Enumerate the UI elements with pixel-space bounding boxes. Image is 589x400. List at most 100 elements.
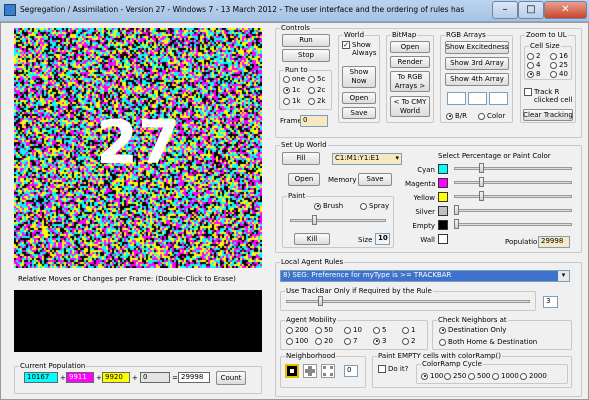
radio-icon [402, 327, 409, 334]
run-to-option[interactable]: 5c [308, 75, 325, 83]
run-to-option[interactable]: 1k [283, 97, 301, 105]
paint-size-track[interactable] [290, 219, 386, 222]
run-button[interactable]: Run [282, 34, 330, 47]
cell-size-option[interactable]: 2 [527, 52, 540, 60]
percentage-slider-thumb[interactable] [479, 163, 484, 173]
world-save-button[interactable]: Save [342, 107, 376, 119]
do-it-checkbox[interactable]: Do it? [378, 365, 408, 373]
paint-empty-label: Paint EMPTY cells with colorRamp() [377, 352, 502, 360]
bitmap-open-button[interactable]: Open [390, 41, 430, 53]
fill-button[interactable]: Fill [282, 152, 320, 165]
to-rgb-arrays-button[interactable]: To RGB Arrays > [390, 71, 430, 92]
color-label-wall: Wall [405, 236, 435, 244]
rgb-value-box[interactable] [489, 92, 508, 105]
radio-icon [550, 71, 557, 78]
maximize-button[interactable]: □ [518, 1, 544, 19]
kill-button[interactable]: Kill [294, 233, 330, 245]
br-radio[interactable]: B/R [446, 112, 467, 120]
color-ramp-option[interactable]: 2000 [520, 372, 547, 380]
color-ramp-option[interactable]: 250 [444, 372, 466, 380]
cyan-count: 10167 [24, 372, 58, 383]
rule-trackbar-thumb[interactable] [318, 296, 323, 306]
run-to-option[interactable]: 2k [308, 97, 326, 105]
percentage-slider-track[interactable] [454, 181, 572, 184]
color-radio[interactable]: Color [478, 112, 505, 120]
color-swatch-cyan[interactable] [438, 164, 448, 174]
close-button[interactable]: ✕ [544, 1, 587, 19]
show-now-button[interactable]: Show Now [342, 66, 376, 88]
neighborhood-cross-icon[interactable] [303, 364, 317, 378]
frame-field[interactable]: 0 [300, 115, 328, 127]
range-dropdown[interactable]: C1:M1:Y1:E1 ▾ [332, 153, 402, 165]
minimize-button[interactable]: – [492, 1, 518, 19]
color-swatch-yellow[interactable] [438, 192, 448, 202]
stop-button[interactable]: Stop [282, 49, 330, 62]
moves-graph[interactable] [14, 290, 262, 352]
trackbar-value[interactable]: 3 [543, 296, 558, 308]
rgb-value-box[interactable] [447, 92, 466, 105]
percentage-slider-track[interactable] [454, 195, 572, 198]
mobility-option[interactable]: 1 [402, 326, 415, 334]
spray-radio[interactable]: Spray [360, 202, 389, 210]
mobility-option[interactable]: 50 [315, 326, 333, 334]
show-3rd-array-button[interactable]: Show 3rd Array [445, 57, 509, 70]
run-to-option[interactable]: one [283, 75, 305, 83]
radio-selected-icon [421, 373, 428, 380]
mobility-option[interactable]: 2 [402, 337, 415, 345]
percentage-slider-thumb[interactable] [479, 191, 484, 201]
mobility-option[interactable]: 3 [373, 337, 386, 345]
to-cmy-world-button[interactable]: < To CMY World [390, 96, 430, 117]
agent-mobility-group: Agent Mobility [280, 320, 428, 350]
yellow-count: 9920 [102, 372, 130, 383]
show-excitedness-button[interactable]: Show Excitedness [445, 41, 509, 54]
color-label-empty: Empty [405, 222, 435, 230]
render-button[interactable]: Render [390, 56, 430, 68]
neighborhood-square-icon[interactable] [285, 364, 299, 378]
magenta-count: 9911 [66, 372, 94, 383]
cell-size-option[interactable]: 4 [527, 61, 540, 69]
mobility-option[interactable]: 20 [315, 337, 333, 345]
percentage-slider-track[interactable] [454, 223, 572, 226]
paint-size-thumb[interactable] [312, 215, 317, 225]
cell-size-option[interactable]: 40 [550, 70, 568, 78]
rule-dropdown[interactable]: 8) SEG: Preference for myType is >= TRAC… [280, 270, 570, 282]
color-swatch-empty[interactable] [438, 220, 448, 230]
neighborhood-value[interactable]: 0 [344, 365, 358, 377]
color-ramp-option[interactable]: 500 [468, 372, 490, 380]
mobility-option[interactable]: 7 [344, 337, 357, 345]
mobility-option[interactable]: 100 [286, 337, 308, 345]
color-ramp-option[interactable]: 100 [421, 372, 443, 380]
track-r-checkbox[interactable]: Track R clicked cell [524, 88, 574, 104]
color-swatch-magenta[interactable] [438, 178, 448, 188]
run-to-option[interactable]: 1c [283, 86, 300, 94]
mobility-option[interactable]: 200 [286, 326, 308, 334]
show-always-checkbox[interactable]: ✓ Show Always [342, 41, 378, 57]
run-to-option[interactable]: 2c [308, 86, 325, 94]
percentage-slider-thumb[interactable] [454, 205, 459, 215]
both-home-destination-radio[interactable]: Both Home & Destination [439, 338, 537, 346]
radio-icon [286, 338, 293, 345]
destination-only-radio[interactable]: Destination Only [439, 326, 506, 334]
percentage-slider-thumb[interactable] [454, 219, 459, 229]
setup-open-button[interactable]: Open [288, 173, 320, 186]
percentage-slider-thumb[interactable] [479, 177, 484, 187]
rgb-value-box[interactable] [468, 92, 487, 105]
percentage-slider-track[interactable] [454, 209, 572, 212]
color-swatch-silver[interactable] [438, 206, 448, 216]
cell-size-option[interactable]: 25 [550, 61, 568, 69]
world-open-button[interactable]: Open [342, 92, 376, 104]
cell-size-option[interactable]: 8 [527, 70, 540, 78]
count-button[interactable]: Count [216, 371, 246, 385]
cell-size-option[interactable]: 16 [550, 52, 568, 60]
color-ramp-option[interactable]: 1000 [492, 372, 519, 380]
mobility-option[interactable]: 10 [344, 326, 362, 334]
brush-radio[interactable]: Brush [314, 202, 343, 210]
radio-icon [360, 203, 367, 210]
mobility-option[interactable]: 5 [373, 326, 386, 334]
setup-save-button[interactable]: Save [358, 173, 392, 186]
percentage-slider-track[interactable] [454, 167, 572, 170]
show-4th-array-button[interactable]: Show 4th Array [445, 73, 509, 86]
color-swatch-wall[interactable] [438, 234, 448, 244]
clear-tracking-button[interactable]: Clear Tracking [523, 109, 573, 121]
neighborhood-diagonal-icon[interactable] [321, 364, 335, 378]
